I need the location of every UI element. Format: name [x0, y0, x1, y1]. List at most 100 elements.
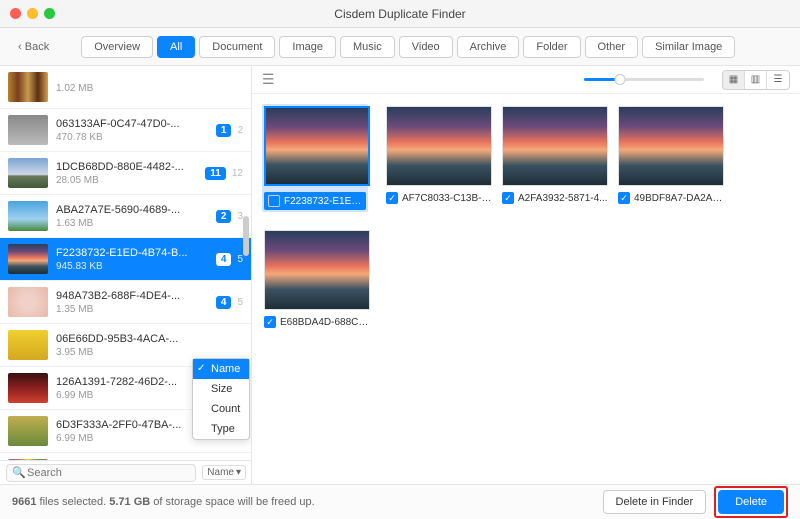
tab-video[interactable]: Video	[399, 36, 453, 58]
tab-all[interactable]: All	[157, 36, 195, 58]
thumbnail	[8, 287, 48, 317]
column-view-icon[interactable]: ▥	[745, 71, 767, 89]
back-button[interactable]: ‹ Back	[12, 37, 55, 57]
item-size: 28.05 MB	[56, 175, 197, 186]
chevron-icon: ▾	[236, 467, 241, 478]
thumbnail	[8, 115, 48, 145]
tab-similar-image[interactable]: Similar Image	[642, 36, 735, 58]
tab-document[interactable]: Document	[199, 36, 275, 58]
sort-option-size[interactable]: Size	[193, 379, 249, 399]
view-mode-toggle: ▦ ▥ ☰	[722, 70, 790, 90]
list-view-icon[interactable]: ☰	[767, 71, 789, 89]
thumbnail-size-slider[interactable]	[584, 78, 704, 81]
tile-filename: 49BDF8A7-DA2A-...	[634, 193, 724, 204]
checkbox[interactable]	[268, 195, 280, 207]
item-info: 063133AF-0C47-47D0-...470.78 KB	[56, 118, 208, 143]
total-count: 5	[237, 254, 243, 265]
selected-count-badge: 1	[216, 124, 232, 137]
item-size: 3.95 MB	[56, 347, 235, 358]
delete-highlight: Delete	[714, 486, 788, 518]
list-item[interactable]: 948A73B2-688F-4DE4-... 1.35 MB 45	[0, 281, 251, 324]
search-row: 🔍 Name▾	[0, 460, 252, 484]
main-pane: ☰ ▦ ▥ ☰ F2238732-E1ED-4... ✓ AF7C8033-C13B…	[252, 66, 800, 484]
checkbox[interactable]: ✓	[386, 192, 398, 204]
tab-music[interactable]: Music	[340, 36, 395, 58]
item-name: ABA27A7E-5690-4689-...	[56, 204, 208, 216]
tile-caption: ✓A2FA3932-5871-4...	[502, 192, 608, 204]
item-info: ABA27A7E-5690-4689-...1.63 MB	[56, 204, 208, 229]
item-size: 470.78 KB	[56, 132, 208, 143]
delete-in-finder-button[interactable]: Delete in Finder	[603, 490, 707, 514]
tab-overview[interactable]: Overview	[81, 36, 153, 58]
sort-option-count[interactable]: Count	[193, 399, 249, 419]
item-name: 948A73B2-688F-4DE4-...	[56, 290, 208, 302]
list-item[interactable]: 1DCB68DD-880E-4482-... 28.05 MB 11 12	[0, 152, 251, 195]
thumbnail	[8, 244, 48, 274]
item-counts: 12	[216, 124, 243, 137]
total-count: 12	[232, 168, 243, 179]
tile-caption: ✓ 49BDF8A7-DA2A-...	[618, 192, 724, 204]
thumbnail	[8, 330, 48, 360]
selected-count-badge: 4	[216, 296, 232, 309]
thumbnail-tile[interactable]: ✓A2FA3932-5871-4...	[502, 106, 608, 220]
tile-image	[502, 106, 608, 186]
thumbnail	[8, 158, 48, 188]
item-size: 945.83 KB	[56, 261, 208, 272]
thumbnail-tile[interactable]: ✓ AF7C8033-C13B-4...	[386, 106, 492, 220]
item-name: 06E66DD-95B3-4ACA-...	[56, 333, 235, 345]
sort-menu: NameSizeCountType	[192, 358, 250, 440]
thumbnail-tile[interactable]: ✓ 49BDF8A7-DA2A-...	[618, 106, 724, 220]
checkbox[interactable]: ✓	[502, 192, 514, 204]
tab-other[interactable]: Other	[585, 36, 639, 58]
tile-caption: ✓ AF7C8033-C13B-4...	[386, 192, 492, 204]
search-input[interactable]	[6, 464, 196, 482]
checkbox[interactable]: ✓	[618, 192, 630, 204]
sort-button[interactable]: Name▾	[202, 465, 246, 480]
content: 1.02 MB063133AF-0C47-47D0-...470.78 KB12…	[0, 66, 800, 484]
scrollbar-thumb[interactable]	[243, 216, 249, 256]
list-item[interactable]: 063133AF-0C47-47D0-...470.78 KB 12	[0, 109, 251, 152]
tile-caption: F2238732-E1ED-4...	[264, 192, 366, 210]
item-info: 1DCB68DD-880E-4482-... 28.05 MB	[56, 161, 197, 186]
tab-archive[interactable]: Archive	[457, 36, 520, 58]
maximize-icon[interactable]	[44, 8, 55, 19]
sort-option-name[interactable]: Name	[193, 359, 249, 379]
thumbnail-tile[interactable]: ✓E68BDA4D-688C-...	[264, 230, 370, 328]
close-icon[interactable]	[10, 8, 21, 19]
filter-icon[interactable]: ☰	[262, 71, 275, 88]
tab-image[interactable]: Image	[279, 36, 336, 58]
status-text: 9661 files selected. 5.71 GB of storage …	[12, 496, 315, 508]
main-toolbar: ☰ ▦ ▥ ☰	[252, 66, 800, 94]
item-counts: 45	[216, 296, 243, 309]
tab-folder[interactable]: Folder	[523, 36, 580, 58]
sidebar: 1.02 MB063133AF-0C47-47D0-...470.78 KB12…	[0, 66, 252, 484]
item-size: 1.02 MB	[56, 83, 235, 94]
window-title: Cisdem Duplicate Finder	[0, 7, 800, 21]
sort-option-type[interactable]: Type	[193, 419, 249, 439]
item-info: 1.02 MB	[56, 81, 235, 94]
tile-image	[264, 106, 370, 186]
delete-button[interactable]: Delete	[718, 490, 784, 514]
item-info: 948A73B2-688F-4DE4-... 1.35 MB	[56, 290, 208, 315]
minimize-icon[interactable]	[27, 8, 38, 19]
total-count: 5	[237, 297, 243, 308]
list-item[interactable]: 1.02 MB	[0, 66, 251, 109]
tile-filename: AF7C8033-C13B-4...	[402, 193, 492, 204]
list-item[interactable]: ABA27A7E-5690-4689-...1.63 MB23	[0, 195, 251, 238]
list-item[interactable]: F2238732-E1ED-4B74-B...945.83 KB45	[0, 238, 251, 281]
tile-image	[618, 106, 724, 186]
selected-count-badge: 11	[205, 167, 226, 180]
tile-image	[264, 230, 370, 310]
item-size: 1.35 MB	[56, 304, 208, 315]
thumbnail	[8, 416, 48, 446]
checkbox[interactable]: ✓	[264, 316, 276, 328]
titlebar: Cisdem Duplicate Finder	[0, 0, 800, 28]
thumbnail-grid: F2238732-E1ED-4... ✓ AF7C8033-C13B-4... ✓A2…	[252, 94, 800, 484]
item-info: 06E66DD-95B3-4ACA-... 3.95 MB	[56, 333, 235, 358]
grid-view-icon[interactable]: ▦	[723, 71, 745, 89]
thumbnail-tile[interactable]: F2238732-E1ED-4...	[262, 104, 368, 212]
sort-button-label: Name	[207, 467, 234, 478]
slider-knob[interactable]	[615, 74, 626, 85]
item-name: 1DCB68DD-880E-4482-...	[56, 161, 197, 173]
item-counts: 11 12	[205, 167, 243, 180]
